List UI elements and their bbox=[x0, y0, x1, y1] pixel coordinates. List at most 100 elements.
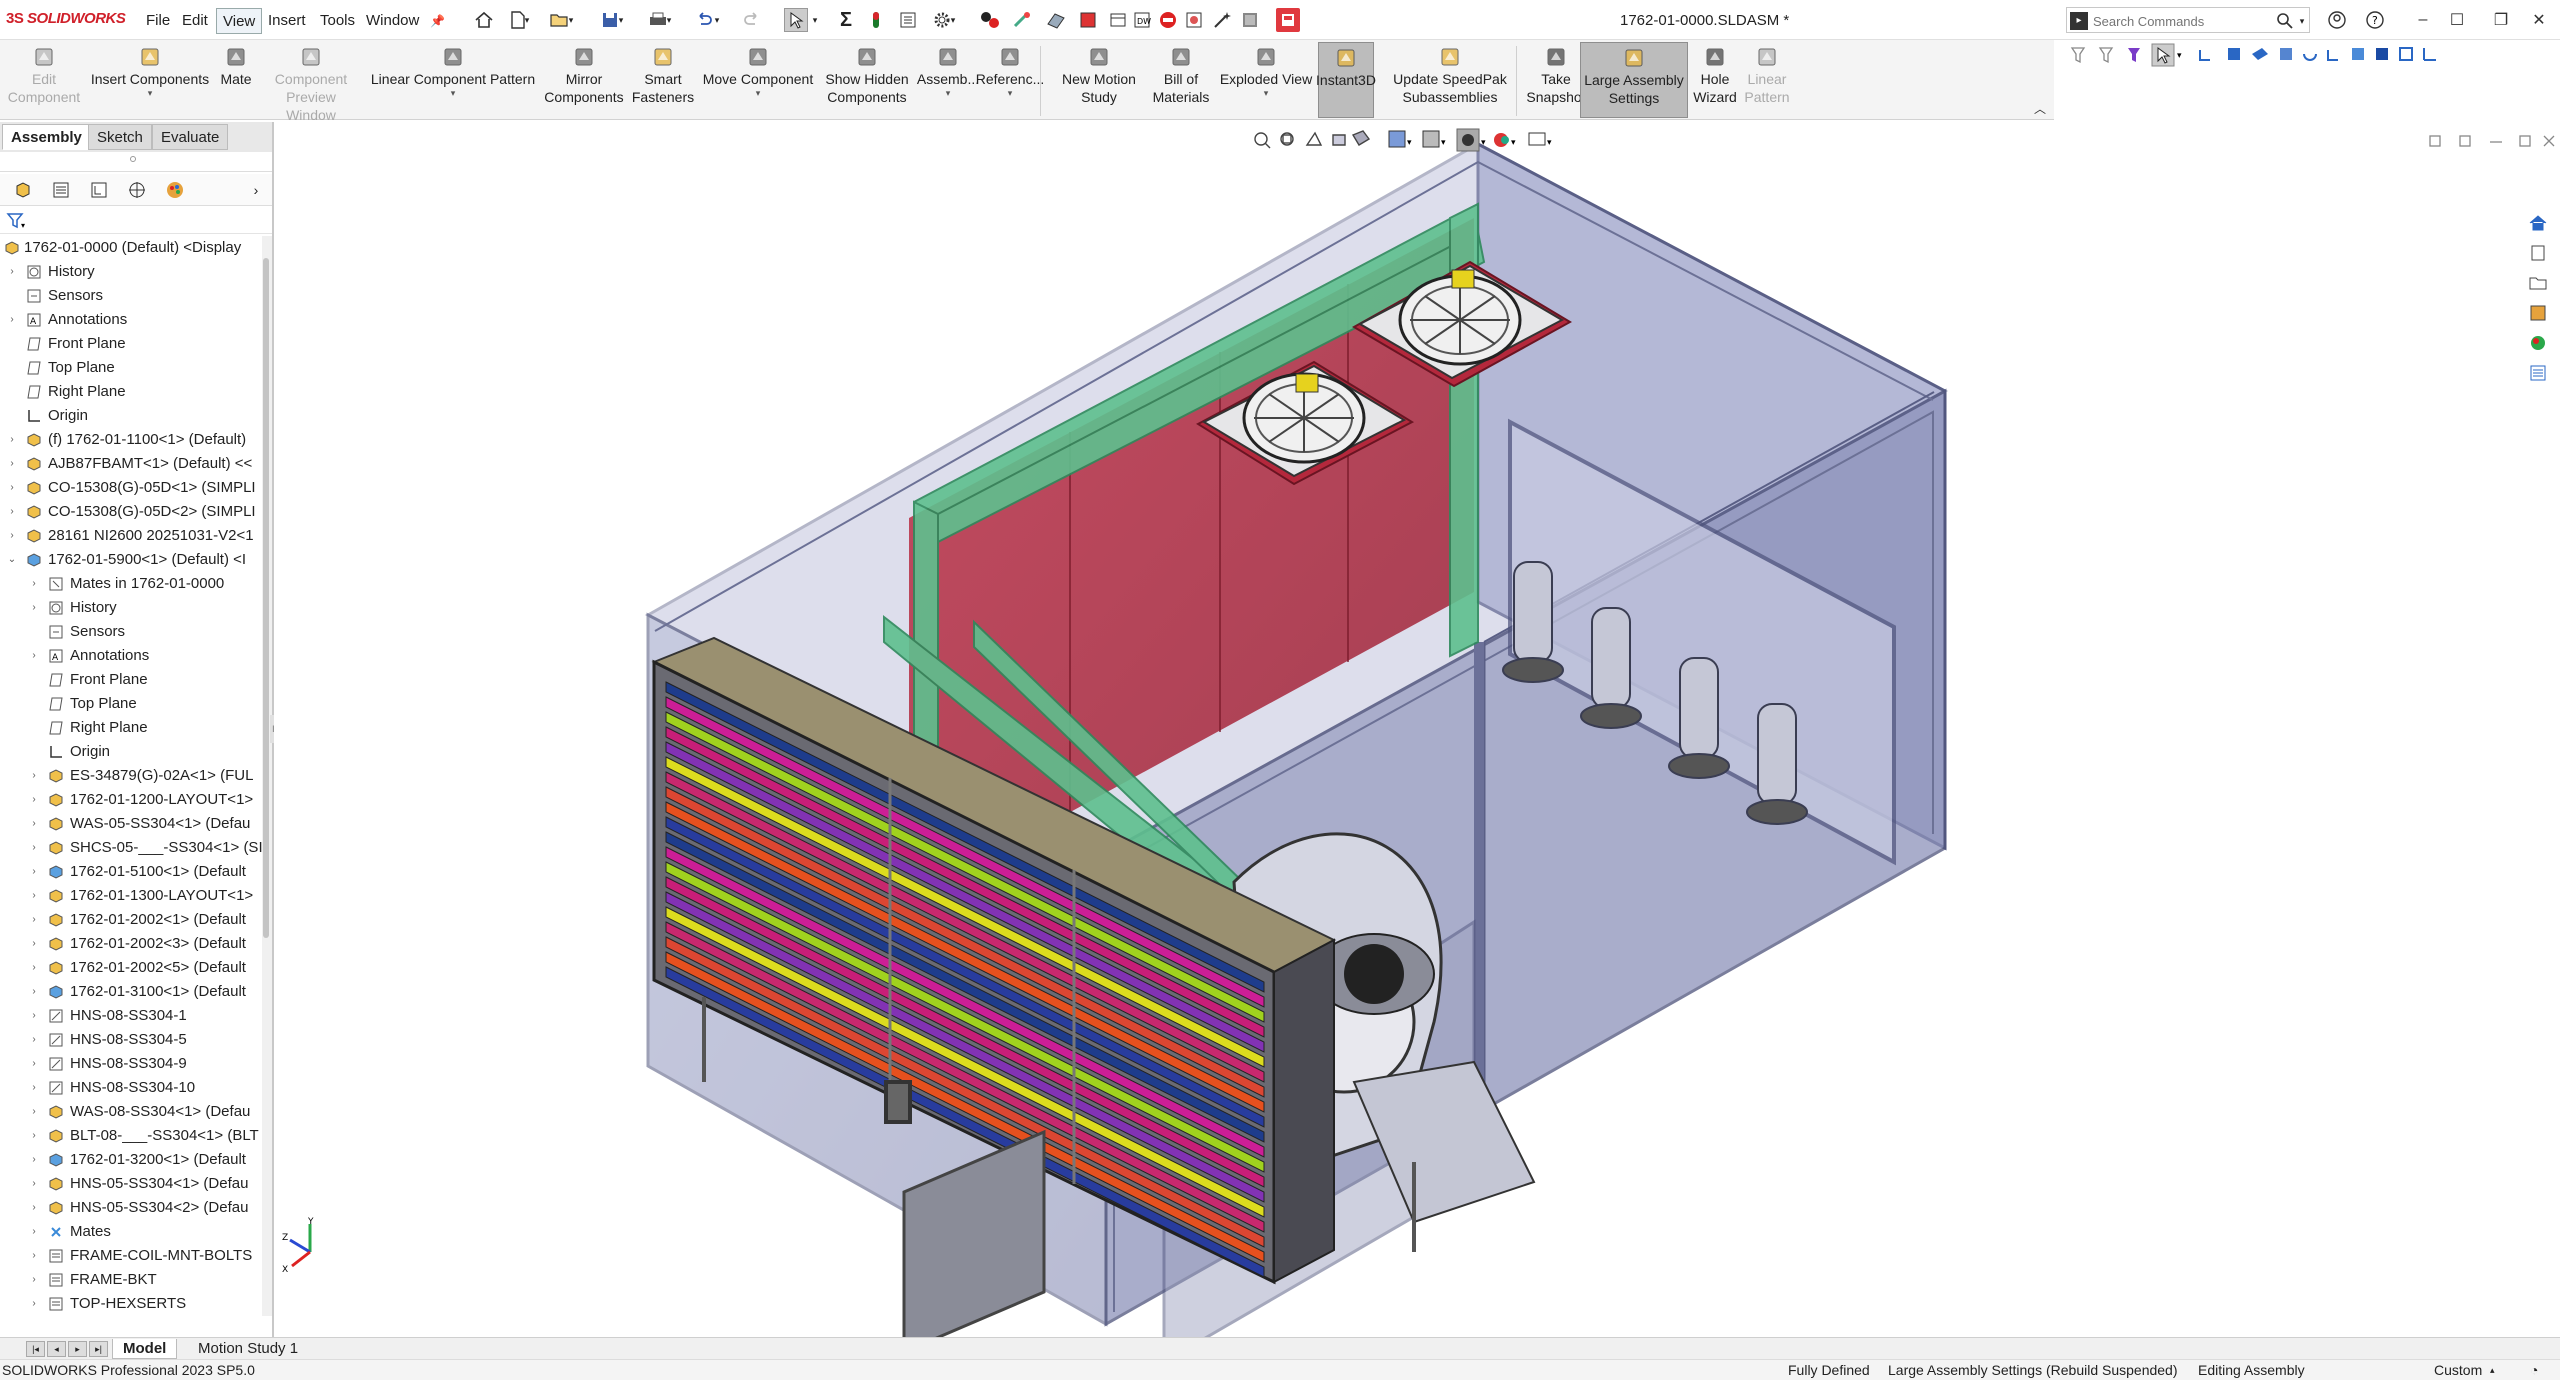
graphics-area[interactable]: ▾ ▾ ▾ ▾ ▾ Y Z X bbox=[274, 122, 2560, 1337]
expand-arrow-icon[interactable]: › bbox=[28, 1100, 40, 1124]
collapse-ribbon-icon[interactable]: ︿ bbox=[2034, 100, 2046, 117]
assembly-model[interactable] bbox=[274, 122, 2560, 1337]
chevron-down-icon[interactable]: ▾ bbox=[148, 88, 153, 98]
cmd-show-hidden-button[interactable]: Show Hidden Components bbox=[816, 42, 918, 118]
next-tab-icon[interactable]: ▸ bbox=[68, 1341, 87, 1357]
tree-item[interactable]: › HNS-05-SS304<2> (Defau bbox=[0, 1196, 262, 1220]
selection-filter-icons[interactable]: ▾ bbox=[2060, 40, 2560, 70]
expand-arrow-icon[interactable]: › bbox=[28, 932, 40, 956]
tree-item[interactable]: › History bbox=[0, 596, 262, 620]
tree-item[interactable]: › A Annotations bbox=[0, 644, 262, 668]
expand-arrow-icon[interactable]: › bbox=[28, 860, 40, 884]
tab-evaluate[interactable]: Evaluate bbox=[152, 124, 229, 150]
expand-arrow-icon[interactable]: › bbox=[28, 644, 40, 668]
prev-tab-icon[interactable]: ◂ bbox=[47, 1341, 66, 1357]
first-tab-icon[interactable]: |◂ bbox=[26, 1341, 45, 1357]
expand-arrow-icon[interactable]: › bbox=[28, 1196, 40, 1220]
tree-item[interactable]: › FRAME-COIL-MNT-BOLTS bbox=[0, 1244, 262, 1268]
toolbox-icon[interactable] bbox=[1106, 8, 1130, 32]
tree-item[interactable]: Front Plane bbox=[0, 332, 262, 356]
search-input[interactable] bbox=[2093, 11, 2273, 31]
expand-arrow-icon[interactable]: › bbox=[28, 884, 40, 908]
chevron-down-icon[interactable]: ▾ bbox=[946, 8, 960, 32]
expand-arrow-icon[interactable]: › bbox=[6, 500, 18, 524]
chevron-down-icon[interactable]: ▾ bbox=[2295, 11, 2309, 31]
select-arrow-icon[interactable] bbox=[784, 8, 808, 32]
stop-icon[interactable] bbox=[1156, 8, 1180, 32]
tree-item[interactable]: › HNS-08-SS304-9 bbox=[0, 1052, 262, 1076]
design-library-icon[interactable] bbox=[2525, 240, 2551, 266]
chevron-up-icon[interactable]: ▴ bbox=[2490, 1360, 2495, 1380]
expand-arrow-icon[interactable]: › bbox=[28, 788, 40, 812]
expand-arrow-icon[interactable]: › bbox=[28, 596, 40, 620]
restore-icon[interactable]: ❐ bbox=[2488, 8, 2514, 32]
chevron-down-icon[interactable]: ▾ bbox=[710, 8, 724, 32]
tree-item[interactable]: 1762-01-0000 (Default) <Display bbox=[0, 236, 262, 260]
chevron-down-icon[interactable]: ▾ bbox=[808, 8, 822, 32]
expand-arrow-icon[interactable]: › bbox=[28, 1076, 40, 1100]
dimxpert-tab-icon[interactable] bbox=[122, 178, 152, 202]
image-icon[interactable] bbox=[1238, 8, 1262, 32]
tab-model[interactable]: Model bbox=[112, 1339, 178, 1359]
tree-item[interactable]: › 28161 NI2600 20251031-V2<1 bbox=[0, 524, 262, 548]
tree-item[interactable]: › FRAME-BKT bbox=[0, 1268, 262, 1292]
filter-icon[interactable]: ▾ bbox=[6, 212, 28, 234]
expand-arrow-icon[interactable]: › bbox=[28, 1148, 40, 1172]
viewport-window-controls[interactable] bbox=[2426, 130, 2556, 154]
cmd-instant3d-button[interactable]: Instant3D bbox=[1316, 42, 1376, 118]
redo-icon[interactable] bbox=[740, 8, 764, 32]
solidworks-resources-icon[interactable] bbox=[2525, 210, 2551, 236]
edit-appearance-icon[interactable] bbox=[1010, 8, 1034, 32]
view-palette-icon[interactable] bbox=[2525, 300, 2551, 326]
tree-item[interactable]: › AJB87FBAMT<1> (Default) << bbox=[0, 452, 262, 476]
chevron-down-icon[interactable]: ▾ bbox=[564, 8, 578, 32]
cmd-edit-component-button[interactable]: Edit Component bbox=[0, 42, 88, 118]
tree-item[interactable]: › 1762-01-2002<5> (Default bbox=[0, 956, 262, 980]
cmd-mirror-components-button[interactable]: Mirror Components bbox=[544, 42, 624, 118]
expand-arrow-icon[interactable]: › bbox=[28, 1172, 40, 1196]
feature-tree-tab-icon[interactable] bbox=[8, 178, 38, 202]
cmd-mate-button[interactable]: Mate bbox=[214, 42, 258, 118]
tree-item[interactable]: › 1762-01-2002<1> (Default bbox=[0, 908, 262, 932]
help-icon[interactable]: ? bbox=[2362, 8, 2388, 32]
expand-arrow-icon[interactable]: › bbox=[28, 572, 40, 596]
expand-arrow-icon[interactable]: › bbox=[28, 764, 40, 788]
wand-icon[interactable] bbox=[1210, 8, 1234, 32]
render-icon[interactable] bbox=[1182, 8, 1206, 32]
tab-sketch[interactable]: Sketch bbox=[88, 124, 152, 150]
toolbar-icon[interactable] bbox=[1276, 8, 1300, 32]
cmd-linear-pattern-feature-button[interactable]: Linear Pattern bbox=[1742, 42, 1792, 118]
cmd-snapshot-button[interactable]: Take Snapshot bbox=[1526, 42, 1586, 118]
solidworks-help-icon[interactable]: ▸ bbox=[2070, 12, 2088, 30]
expand-arrow-icon[interactable]: › bbox=[6, 428, 18, 452]
cmd-smart-fasteners-button[interactable]: Smart Fasteners bbox=[626, 42, 700, 118]
expand-arrow-icon[interactable]: › bbox=[28, 812, 40, 836]
chevron-right-icon[interactable]: › bbox=[246, 178, 266, 202]
cmd-bom-button[interactable]: Bill of Materials bbox=[1153, 42, 1209, 118]
expand-arrow-icon[interactable]: › bbox=[28, 836, 40, 860]
tree-item[interactable]: › WAS-05-SS304<1> (Defau bbox=[0, 812, 262, 836]
sum-icon[interactable]: Σ bbox=[834, 8, 858, 32]
expand-arrow-icon[interactable]: › bbox=[6, 308, 18, 332]
chevron-down-icon[interactable]: ▾ bbox=[451, 88, 456, 98]
tree-item[interactable]: › Mates bbox=[0, 1220, 262, 1244]
tree-item[interactable]: ⌄ 1762-01-5900<1> (Default) <I bbox=[0, 548, 262, 572]
tree-item[interactable]: › (f) 1762-01-1100<1> (Default) bbox=[0, 428, 262, 452]
chevron-down-icon[interactable]: ▾ bbox=[1264, 88, 1269, 98]
appearances-icon[interactable] bbox=[2525, 330, 2551, 356]
tree-item[interactable]: Sensors bbox=[0, 620, 262, 644]
expand-arrow-icon[interactable]: › bbox=[28, 1052, 40, 1076]
tree-item[interactable]: › WAS-08-SS304<1> (Defau bbox=[0, 1100, 262, 1124]
expand-arrow-icon[interactable]: › bbox=[6, 452, 18, 476]
property-manager-tab-icon[interactable] bbox=[46, 178, 76, 202]
tree-item[interactable]: › CO-15308(G)-05D<2> (SIMPLI bbox=[0, 500, 262, 524]
cmd-move-component-button[interactable]: Move Component ▾ bbox=[702, 42, 814, 118]
cmd-motion-study-button[interactable]: New Motion Study bbox=[1044, 42, 1154, 118]
tree-item[interactable]: › 1762-01-2002<3> (Default bbox=[0, 932, 262, 956]
tab-motion-study-1[interactable]: Motion Study 1 bbox=[188, 1339, 308, 1359]
tree-item[interactable]: Right Plane bbox=[0, 716, 262, 740]
cmd-hole-wizard-button[interactable]: Hole Wizard bbox=[1690, 42, 1740, 118]
user-account-icon[interactable] bbox=[2324, 8, 2350, 32]
section-view-icon[interactable] bbox=[1044, 8, 1068, 32]
file-properties-icon[interactable] bbox=[896, 8, 920, 32]
